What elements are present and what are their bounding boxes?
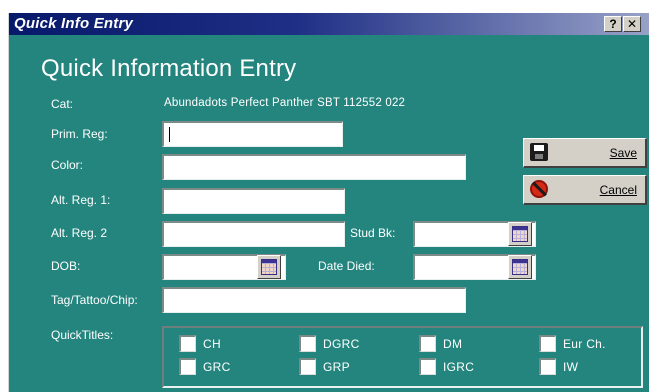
checkbox-label: GRC xyxy=(203,359,231,374)
alt-reg-2-label: Alt. Reg. 2 xyxy=(51,226,108,240)
alt-reg-1-label: Alt. Reg. 1: xyxy=(51,193,111,207)
checkbox[interactable] xyxy=(179,335,196,352)
checkbox-label: IW xyxy=(563,359,579,374)
text-caret xyxy=(169,127,170,142)
checkbox[interactable] xyxy=(299,358,316,375)
checkbox[interactable] xyxy=(419,335,436,352)
alt-reg-1-field[interactable] xyxy=(162,188,345,214)
help-button[interactable]: ? xyxy=(604,16,622,32)
page-title: Quick Information Entry xyxy=(41,55,297,82)
color-field[interactable] xyxy=(162,154,466,180)
checkbox-label: DGRC xyxy=(323,336,360,351)
checkbox[interactable] xyxy=(419,358,436,375)
quicktitles-label: QuickTitles: xyxy=(51,328,114,342)
prim-reg-label: Prim. Reg: xyxy=(51,127,108,141)
tag-tattoo-chip-field[interactable] xyxy=(162,287,466,313)
checkbox-label: CH xyxy=(203,336,221,351)
quicktitle-checkbox-grc[interactable]: GRC xyxy=(179,358,231,375)
cancel-icon xyxy=(530,180,548,198)
prim-reg-field[interactable] xyxy=(162,121,343,147)
quicktitle-checkbox-eur-ch[interactable]: Eur Ch. xyxy=(539,335,606,352)
close-button[interactable]: ✕ xyxy=(623,16,641,32)
quick-info-window: Quick Info Entry ? ✕ Quick Information E… xyxy=(8,13,649,392)
quicktitles-group: CH DGRC DM Eur Ch. GRC GRP IGRC IW xyxy=(162,326,643,388)
calendar-icon xyxy=(512,259,528,275)
dob-label: DOB: xyxy=(51,259,81,273)
quicktitle-checkbox-dm[interactable]: DM xyxy=(419,335,462,352)
checkbox[interactable] xyxy=(539,335,556,352)
floppy-disk-icon xyxy=(530,143,548,161)
cancel-button[interactable]: Cancel xyxy=(523,175,647,205)
cat-value: Abundadots Perfect Panther SBT 112552 02… xyxy=(164,97,406,109)
stud-bk-label: Stud Bk: xyxy=(350,226,396,240)
checkbox-label: IGRC xyxy=(443,359,475,374)
window-title: Quick Info Entry xyxy=(14,15,134,32)
checkbox-label: DM xyxy=(443,336,463,351)
checkbox-label: GRP xyxy=(323,359,350,374)
color-label: Color: xyxy=(51,158,84,172)
date-died-calendar-button[interactable] xyxy=(508,255,532,279)
dob-calendar-button[interactable] xyxy=(257,255,281,279)
save-button-label: Save xyxy=(609,146,637,160)
quicktitle-checkbox-igrc[interactable]: IGRC xyxy=(419,358,474,375)
date-died-label: Date Died: xyxy=(318,259,375,273)
tag-tattoo-chip-label: Tag/Tattoo/Chip: xyxy=(51,293,138,307)
calendar-icon xyxy=(261,259,277,275)
cat-label: Cat: xyxy=(51,97,74,111)
quicktitle-checkbox-iw[interactable]: IW xyxy=(539,358,578,375)
checkbox[interactable] xyxy=(299,335,316,352)
quicktitle-checkbox-grp[interactable]: GRP xyxy=(299,358,350,375)
calendar-icon xyxy=(512,226,528,242)
save-button[interactable]: Save xyxy=(523,138,647,168)
title-bar: Quick Info Entry ? ✕ xyxy=(9,13,649,35)
alt-reg-2-field[interactable] xyxy=(162,221,345,247)
checkbox-label: Eur Ch. xyxy=(563,336,606,351)
stud-bk-calendar-button[interactable] xyxy=(508,222,532,246)
quicktitle-checkbox-ch[interactable]: CH xyxy=(179,335,221,352)
quicktitle-checkbox-dgrc[interactable]: DGRC xyxy=(299,335,360,352)
checkbox[interactable] xyxy=(539,358,556,375)
cancel-button-label: Cancel xyxy=(599,183,637,197)
checkbox[interactable] xyxy=(179,358,196,375)
